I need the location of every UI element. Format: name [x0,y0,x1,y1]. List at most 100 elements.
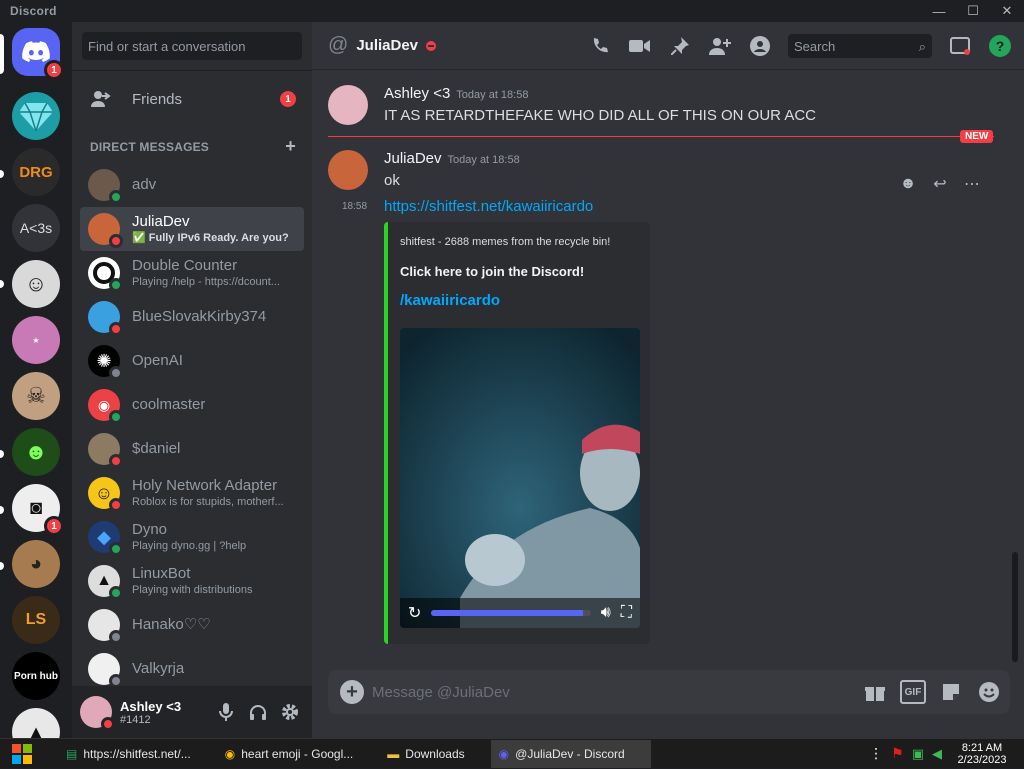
dm-item-valkyrja[interactable]: Valkyrja [80,647,304,691]
dm-item-dyno[interactable]: ◆ Dyno Playing dyno.gg | ?help [80,515,304,559]
more-options-icon[interactable]: ⋯ [962,172,982,196]
video-progress-bar[interactable] [431,610,591,616]
avatar [88,301,123,336]
dm-item-juliadev[interactable]: JuliaDev ✅ Fully IPv6 Ready. Are you? [80,207,304,251]
gift-icon[interactable] [862,680,888,704]
video-frame [400,328,640,628]
message-input[interactable]: Message @JuliaDev [372,684,862,701]
voice-call-icon[interactable] [588,34,612,58]
upload-plus-button[interactable]: + [340,680,364,704]
sticker-icon[interactable] [938,680,964,704]
message-link[interactable]: https://shitfest.net/kawaiiricardo [384,198,593,215]
server-icon-linux[interactable]: ▲ [12,708,60,738]
close-button[interactable]: ✕ [990,3,1024,19]
embed-video[interactable]: ↻ 🔊︎ ⛶ [400,328,640,628]
message-author[interactable]: Ashley <3 [384,85,450,102]
replay-icon[interactable]: ↻ [408,603,421,623]
clock[interactable]: 8:21 AM 2/23/2023 [950,742,1014,766]
server-icon-a3s[interactable]: A<3s [12,204,60,252]
inbox-icon[interactable] [948,34,972,58]
avatar [88,213,123,248]
volume-icon[interactable]: ◀ [932,746,942,762]
taskbar-item-chrome[interactable]: ◉ heart emoji - Googl... [217,740,362,768]
dm-status-text: ✅ Fully IPv6 Ready. Are you? [132,232,289,244]
video-progress-fill [431,610,583,616]
taskbar-item-shitfest[interactable]: ▤ https://shitfest.net/... [58,740,199,768]
reply-icon[interactable]: ↩ [930,172,950,196]
dm-item-double-counter[interactable]: Double Counter Playing /help - https://dc… [80,251,304,295]
chat-area: @ JuliaDev Search ⌕ ? Ashley <3 Today at 1… [312,22,1024,738]
system-tray: ⋮ ⚑ ▣ ◀ 8:21 AM 2/23/2023 [869,742,1024,766]
pin-icon[interactable] [668,34,692,58]
friends-button[interactable]: Friends 1 [80,78,304,120]
server-icon-robot[interactable]: ◙ 1 [12,484,64,536]
server-icon-diamond[interactable] [12,92,60,140]
dm-item-hanako[interactable]: Hanako♡♡ [80,603,304,647]
new-messages-divider [328,136,994,137]
message-author[interactable]: JuliaDev [384,150,442,167]
user-profile-icon[interactable] [748,34,772,58]
server-icon-green-troll[interactable]: ☻ [12,428,60,476]
dm-status-text: Roblox is for stupids, motherf... [132,496,284,508]
network-icon[interactable]: ▣ [912,746,924,762]
chat-search-input[interactable]: Search ⌕ [788,33,932,58]
fullscreen-icon[interactable]: ⛶ [621,604,632,622]
new-badge: NEW [960,130,994,143]
find-conversation-input[interactable]: Find or start a conversation [82,32,302,60]
tux-icon: ▲ [27,721,45,739]
minimize-button[interactable]: — [922,4,956,19]
video-call-icon[interactable] [628,34,652,58]
dm-item-linuxbot[interactable]: ▲ LinuxBot Playing with distributions [80,559,304,603]
embed-link[interactable]: /kawaiiricardo [400,292,500,309]
dm-status-text: Playing dyno.gg | ?help [132,540,247,552]
add-friend-icon[interactable] [708,34,732,58]
dm-list: adv JuliaDev ✅ Fully IPv6 Ready. Are you?… [80,163,304,691]
avatar[interactable] [328,85,368,125]
flag-icon[interactable]: ⚑ [891,745,904,762]
server-icon-skull[interactable]: ☠ [12,372,60,420]
start-button[interactable] [0,739,44,769]
gif-button[interactable]: GIF [900,680,926,704]
server-icon-trollface[interactable]: ☺ [12,260,60,308]
maximize-button[interactable]: ☐ [956,3,990,19]
add-reaction-icon[interactable]: ☻ [898,172,918,196]
tray-overflow-icon[interactable]: ⋮ [869,745,883,762]
chat-header: @ JuliaDev Search ⌕ ? [312,22,1024,70]
server-icon-ls[interactable]: LS [12,596,60,644]
message-actions: ☻ ↩ ⋯ [898,172,982,196]
dm-item-holy-network-adapter[interactable]: ☺ Holy Network Adapter Roblox is for stup… [80,471,304,515]
folder-icon: ▬ [387,746,400,761]
avatar[interactable] [328,150,368,190]
taskbar-item-downloads[interactable]: ▬ Downloads [379,740,472,768]
dm-item-blueslovakkirby[interactable]: BlueSlovakKirby374 [80,295,304,339]
dm-item-adv[interactable]: adv [80,163,304,207]
server-icon-ph[interactable]: Porn hub [12,652,60,700]
dm-item-coolmaster[interactable]: ◉ coolmaster [80,383,304,427]
chat-scrollbar[interactable] [1012,552,1018,662]
cat-icon: ◕ [29,552,43,575]
status-dnd-icon [101,717,115,731]
taskbar-item-discord[interactable]: ◉ @JuliaDev - Discord [490,739,651,768]
user-avatar[interactable] [80,696,115,731]
create-dm-button[interactable]: + [285,137,296,155]
dm-item-daniel[interactable]: $daniel [80,427,304,471]
dm-name: Dyno [132,521,168,538]
status-dnd-icon [109,454,123,468]
embed-title: Click here to join the Discord! [400,264,585,279]
settings-gear-icon[interactable] [276,698,304,726]
user-name: Ashley <3 [120,698,182,714]
dm-item-openai[interactable]: ✺ OpenAI [80,339,304,383]
help-icon[interactable]: ? [988,34,1012,58]
volume-icon[interactable]: 🔊︎ [601,604,611,622]
skull-icon: ☠ [26,383,46,408]
microphone-icon[interactable] [212,698,240,726]
server-icon-gallery[interactable]: ★ [12,316,60,364]
server-icon-drg[interactable]: DRG [12,148,60,196]
direct-messages-label: DIRECT MESSAGES [90,140,210,154]
server-icon-cat[interactable]: ◕ [12,540,60,588]
gif-label: GIF [900,680,926,704]
home-button[interactable]: 1 [12,28,64,80]
emoji-icon[interactable] [976,680,1002,704]
headphones-icon[interactable] [244,698,272,726]
status-online-icon [109,190,123,204]
